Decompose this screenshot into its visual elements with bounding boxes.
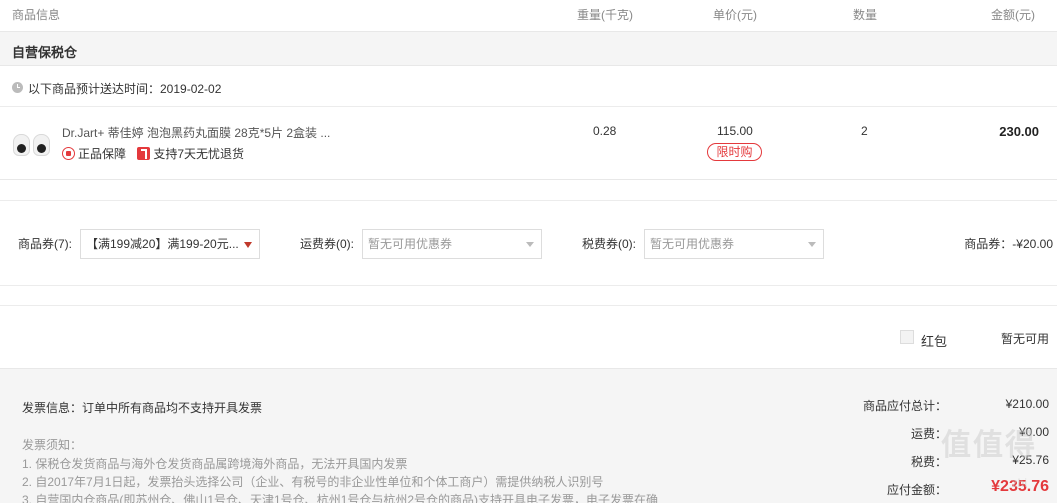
tax-fee-label: 税费： [910, 455, 947, 469]
product-row: Dr.Jart+ 蒂佳婷 泡泡黑药丸面膜 28克*5片 2盒装 ... 正品保障… [0, 108, 1057, 180]
delivery-row: 以下商品预计送达时间：2019-02-02 [0, 67, 1057, 107]
column-header-info: 商品信息 [12, 8, 61, 22]
clock-icon [12, 82, 23, 93]
badge-return: 支持7天无忧退货 [137, 145, 244, 162]
column-header-qty: 数量 [853, 8, 878, 22]
chevron-down-icon [244, 242, 252, 248]
product-coupon-select[interactable]: 【满199减20】满199-20元... [80, 229, 260, 259]
payable-label: 应付金额： [886, 483, 947, 497]
product-badges: 正品保障 支持7天无忧退货 [62, 145, 252, 161]
invoice-notice-line: 1. 保税仓发货商品与海外仓发货商品属跨境海外商品，无法开具国内发票 [22, 457, 408, 471]
flash-sale-tag: 限时购 [707, 143, 762, 161]
column-header-row: 商品信息 重量(千克) 单价(元) 数量 金额(元) [0, 0, 1057, 26]
genuine-guarantee-icon [62, 147, 75, 160]
warehouse-bar: 自营保税仓 [0, 31, 1057, 66]
product-amount: 230.00 [999, 124, 1039, 139]
tax-fee-value: ¥25.76 [1012, 453, 1049, 467]
shipping-coupon-value: 暂无可用优惠券 [368, 237, 453, 251]
order-footer: 发票信息：订单中所有商品均不支持开具发票 发票须知： 1. 保税仓发货商品与海外… [0, 368, 1057, 503]
shipping-fee-value: ¥0.00 [1018, 425, 1049, 439]
product-price: 115.00 [717, 124, 753, 138]
column-header-price: 单价(元) [713, 8, 757, 22]
column-header-weight: 重量(千克) [577, 8, 633, 22]
tax-coupon-label: 税费券(0): [582, 237, 637, 251]
red-packet-checkbox[interactable] [900, 330, 914, 344]
badge-genuine-label: 正品保障 [78, 147, 127, 161]
warehouse-title: 自营保税仓 [12, 45, 78, 60]
product-weight: 0.28 [593, 124, 617, 138]
badge-genuine: 正品保障 [62, 145, 126, 162]
mask-image [13, 134, 30, 156]
column-header-amount: 金额(元) [991, 8, 1035, 22]
coupon-row: 商品券(7): 【满199减20】满199-20元... 运费券(0): 暂无可… [0, 200, 1057, 286]
coupon-discount-summary: 商品券：-¥20.00 [964, 237, 1053, 251]
tax-coupon-select[interactable]: 暂无可用优惠券 [644, 229, 824, 259]
goods-total-label: 商品应付总计： [862, 399, 947, 413]
red-packet-row: 红包 暂无可用 [0, 305, 1057, 368]
goods-total-value: ¥210.00 [1005, 397, 1049, 411]
product-thumbnail[interactable] [12, 128, 52, 162]
badge-return-label: 支持7天无忧退货 [153, 147, 245, 161]
chevron-down-icon [526, 242, 534, 247]
product-title-link[interactable]: Dr.Jart+ 蒂佳婷 泡泡黑药丸面膜 28克*5片 2盒装 ... [62, 124, 342, 141]
delivery-estimate: 以下商品预计送达时间：2019-02-02 [28, 82, 222, 96]
chevron-down-icon [808, 242, 816, 247]
mask-image [33, 134, 50, 156]
shipping-coupon-label: 运费券(0): [300, 237, 355, 251]
shipping-fee-label: 运费： [910, 427, 947, 441]
payable-value: ¥235.76 [991, 478, 1049, 495]
invoice-notice-title: 发票须知： [22, 438, 83, 452]
invoice-notice-line: 3. 自营国内仓商品(即苏州仓、佛山1号仓、天津1号仓、杭州1号仓与杭州2号仓的… [22, 493, 659, 503]
tax-coupon-value: 暂无可用优惠券 [650, 237, 735, 251]
red-packet-status: 暂无可用 [1000, 332, 1049, 346]
return-policy-icon [137, 147, 151, 160]
product-quantity: 2 [861, 124, 868, 138]
product-coupon-label: 商品券(7): [18, 237, 73, 251]
product-coupon-value: 【满199减20】满199-20元... [86, 237, 239, 251]
invoice-info: 发票信息：订单中所有商品均不支持开具发票 [22, 401, 263, 415]
invoice-notice-line: 2. 自2017年7月1日起，发票抬头选择公司（企业、有税号的非企业性单位和个体… [22, 475, 604, 489]
shipping-coupon-select[interactable]: 暂无可用优惠券 [362, 229, 542, 259]
red-packet-label: 红包 [921, 334, 948, 349]
